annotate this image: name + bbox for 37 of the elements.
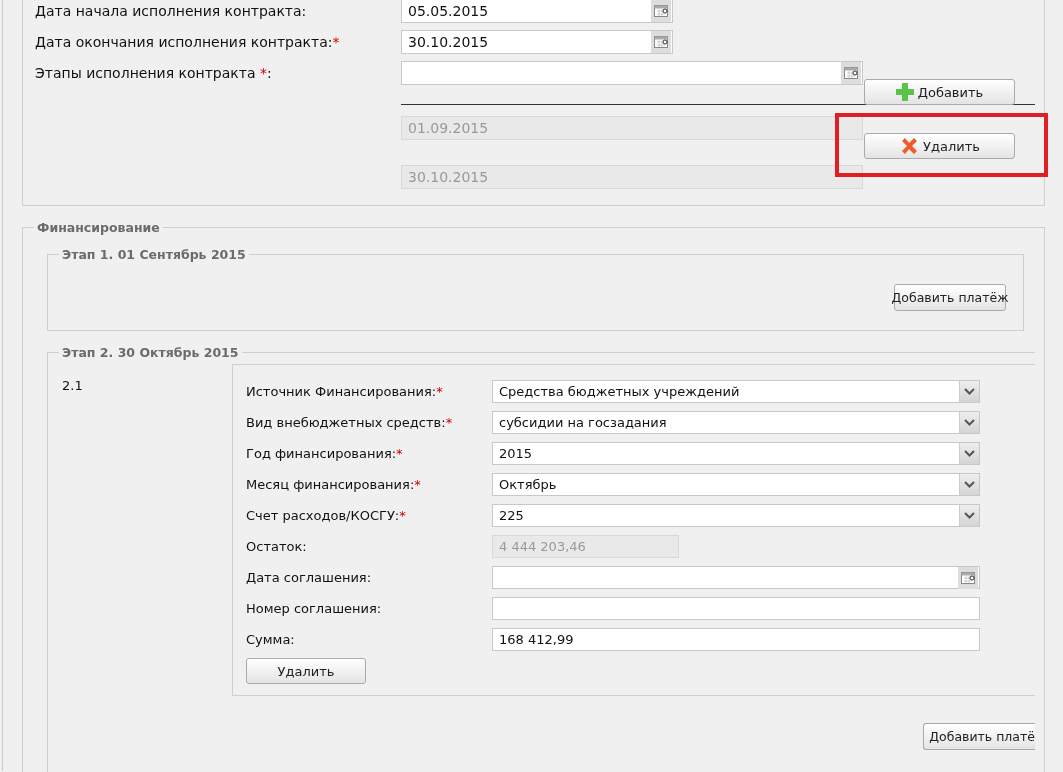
dropdown[interactable]: Средства бюджетных учреждений: [492, 380, 980, 403]
calendar-icon[interactable]: [651, 31, 671, 53]
field-label: Сумма:: [246, 631, 296, 649]
add-payment-button[interactable]: Добавить платё: [923, 723, 1035, 750]
add-button[interactable]: Добавить: [864, 79, 1015, 105]
field-label: Вид внебюджетных средств:*: [246, 414, 454, 432]
date-field[interactable]: 05.05.2015: [401, 0, 673, 23]
field-label: Этапы исполнения контракта *:: [35, 64, 273, 83]
section-title: Финансирование: [36, 220, 161, 235]
delete-button[interactable]: Удалить: [246, 658, 366, 684]
field-label: Источник Финансирования:*: [246, 383, 444, 401]
field-label: Дата окончания исполнения контракта:*: [35, 33, 341, 52]
date-field[interactable]: 30.10.2015: [401, 30, 673, 54]
dropdown[interactable]: субсидии на госзадания: [492, 411, 980, 434]
field-label: Дата соглашения:: [246, 569, 373, 587]
date-field[interactable]: [492, 566, 980, 589]
field-label: Год финансирования:*: [246, 445, 404, 463]
dropdown[interactable]: Октябрь: [492, 473, 980, 496]
date-field[interactable]: [401, 61, 863, 85]
field-label: Номер соглашения:: [246, 600, 383, 618]
payment-number: 2.1: [61, 377, 84, 395]
calendar-icon[interactable]: [651, 0, 671, 22]
field-label: Счет расходов/КОСГУ:*: [246, 507, 407, 525]
dropdown[interactable]: 225: [492, 504, 980, 527]
field-label: Месяц финансирования:*: [246, 476, 422, 494]
calendar-icon[interactable]: [958, 566, 978, 589]
stage-title: Этап 2. 30 Октябрь 2015: [61, 345, 240, 360]
delete-button[interactable]: Удалить: [864, 133, 1015, 159]
stage-title: Этап 1. 01 Сентябрь 2015: [61, 247, 247, 262]
input-field[interactable]: [492, 597, 980, 620]
input-field[interactable]: 168 412,99: [492, 628, 980, 651]
field-label: Дата начала исполнения контракта:: [35, 2, 308, 21]
dropdown[interactable]: 2015: [492, 442, 980, 465]
plus-icon: [895, 83, 914, 101]
field-label: Остаток:: [246, 538, 308, 556]
add-payment-button[interactable]: Добавить платёж: [894, 284, 1006, 311]
calendar-icon[interactable]: [841, 62, 861, 84]
